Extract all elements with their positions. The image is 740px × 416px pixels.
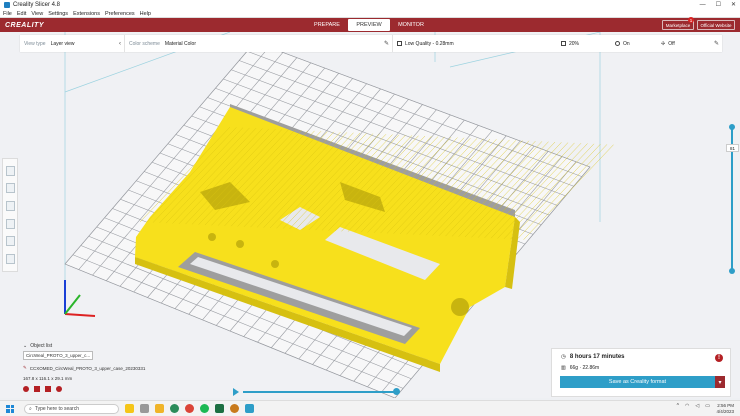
windows-taskbar: ⌕ Type here to search ^ ◠ ◁ ▭ 2:56 PM 4/…: [0, 400, 740, 416]
reset-icon[interactable]: [56, 386, 62, 392]
chevron-up-icon[interactable]: ^: [677, 403, 679, 409]
edit-pencil-icon: ✎: [713, 41, 719, 47]
copilot-icon[interactable]: [125, 404, 134, 413]
menu-settings[interactable]: Settings: [48, 11, 68, 17]
menu-bar: File Edit View Settings Extensions Prefe…: [0, 10, 740, 18]
menu-help[interactable]: Help: [140, 11, 151, 17]
model-dimensions: 167.8 x 116.1 x 29.1 mm: [23, 376, 73, 381]
slicer-icon[interactable]: [230, 404, 239, 413]
title-bar: Creality Slicer 4.8 — ☐ ✕: [0, 0, 740, 10]
layer-slider-bottom-handle[interactable]: [729, 268, 735, 274]
pencil-icon[interactable]: ✎: [23, 365, 27, 371]
print-time: 8 hours 17 minutes: [569, 354, 625, 360]
official-website-button[interactable]: Official Website: [697, 20, 735, 30]
mirror-tool-icon[interactable]: [5, 218, 15, 229]
support-icon: [615, 41, 620, 46]
print-info-panel: ◷ 8 hours 17 minutes ! ▥ 66g · 22.86m Sa…: [551, 348, 731, 397]
tab-preview[interactable]: PREVIEW: [348, 19, 390, 31]
move-tool-icon[interactable]: [5, 165, 15, 176]
search-placeholder: Type here to search: [34, 405, 80, 412]
print-settings-selector[interactable]: Low Quality - 0.28mm 20% On ✢ Off ✎: [393, 35, 722, 52]
path-slider-track[interactable]: [243, 391, 398, 393]
delete-icon[interactable]: [23, 386, 29, 392]
adhesion-icon: ✢: [661, 40, 666, 47]
task-view-icon[interactable]: [140, 404, 149, 413]
app-icon: [4, 2, 10, 8]
stage-tabs: PREPARE PREVIEW MONITOR: [306, 19, 432, 31]
view-type-value: Layer view: [50, 40, 75, 47]
tab-monitor[interactable]: MONITOR: [390, 19, 432, 31]
view-toolbar: View type Layer view ‹ Color scheme Mate…: [20, 35, 722, 52]
menu-preferences[interactable]: Preferences: [105, 11, 135, 17]
alert-icon[interactable]: !: [715, 354, 723, 362]
object-list-panel: ⌄ Object list CircWeal_PROTO_3_upper_c..…: [23, 343, 173, 392]
infill-value: 20%: [569, 40, 580, 47]
app-header: CREALITY PREPARE PREVIEW MONITOR Marketp…: [0, 18, 740, 32]
scale-tool-icon[interactable]: [5, 183, 15, 194]
minimize-button[interactable]: —: [700, 0, 706, 10]
object-list-title[interactable]: Object list: [30, 343, 52, 349]
close-button[interactable]: ✕: [731, 0, 736, 10]
save-options-dropdown[interactable]: ▾: [715, 376, 725, 388]
save-creality-format-button[interactable]: Save as Creality format: [560, 376, 715, 388]
window-title: Creality Slicer 4.8: [13, 2, 61, 8]
file-explorer-icon[interactable]: [155, 404, 164, 413]
volume-icon[interactable]: ◁: [695, 403, 699, 409]
infill-icon: [561, 41, 566, 46]
edit-pencil-icon: ✎: [383, 41, 389, 47]
clock-icon: ◷: [561, 354, 566, 360]
menu-extensions[interactable]: Extensions: [73, 11, 100, 17]
clock-time: 2:56 PM: [717, 403, 734, 408]
creality-icon[interactable]: [245, 404, 254, 413]
view-type-selector[interactable]: View type Layer view ‹: [20, 35, 125, 52]
menu-file[interactable]: File: [3, 11, 12, 17]
notification-badge: 1: [688, 17, 694, 23]
arrange-icon[interactable]: [34, 386, 40, 392]
spotify-icon[interactable]: [200, 404, 209, 413]
selected-object-item[interactable]: CircWeal_PROTO_3_upper_c...: [23, 351, 93, 360]
windows-start-icon[interactable]: [6, 404, 14, 413]
maximize-button[interactable]: ☐: [716, 0, 721, 10]
file-name: CCXOMED_CircWeal_PROTO_3_upper_case_2023…: [29, 365, 146, 371]
excel-icon[interactable]: [215, 404, 224, 413]
battery-icon[interactable]: ▭: [705, 403, 710, 409]
spool-icon: ▥: [561, 365, 566, 371]
search-icon: ⌕: [29, 405, 32, 412]
layer-number[interactable]: 81: [726, 144, 739, 152]
menu-edit[interactable]: Edit: [17, 11, 26, 17]
quality-value: Low Quality - 0.28mm: [405, 40, 454, 47]
menu-view[interactable]: View: [31, 11, 43, 17]
clock-date: 4/4/2023: [716, 408, 734, 414]
per-model-settings-icon[interactable]: [5, 236, 15, 247]
adhesion-value: Off: [668, 40, 675, 47]
color-scheme-label: Color scheme: [129, 40, 160, 47]
creality-logo: CREALITY: [5, 21, 44, 29]
left-tool-panel: [2, 158, 18, 272]
multiply-icon[interactable]: [45, 386, 51, 392]
layer-slider-top-handle[interactable]: [729, 124, 735, 130]
chevron-left-icon: ‹: [119, 40, 121, 47]
rotate-tool-icon[interactable]: [5, 201, 15, 212]
support-blocker-icon[interactable]: [5, 254, 15, 265]
view-type-label: View type: [24, 40, 46, 47]
clock[interactable]: 2:56 PM 4/4/2023: [716, 403, 734, 414]
path-slider-handle[interactable]: [393, 388, 400, 395]
quality-icon: [397, 41, 402, 46]
tab-prepare[interactable]: PREPARE: [306, 19, 348, 31]
color-scheme-selector[interactable]: Color scheme Material Color ✎: [125, 35, 393, 52]
color-scheme-value: Material Color: [164, 40, 196, 47]
chrome-icon[interactable]: [185, 404, 194, 413]
material-usage: 66g · 22.86m: [569, 365, 600, 371]
play-simulation-icon[interactable]: [233, 388, 239, 396]
system-tray: ^ ◠ ◁ ▭: [677, 403, 710, 409]
taskbar-search[interactable]: ⌕ Type here to search: [24, 403, 119, 414]
chevron-down-icon[interactable]: ⌄: [23, 343, 27, 349]
wifi-icon[interactable]: ◠: [685, 403, 689, 409]
edge-icon[interactable]: [170, 404, 179, 413]
support-value: On: [623, 40, 630, 47]
